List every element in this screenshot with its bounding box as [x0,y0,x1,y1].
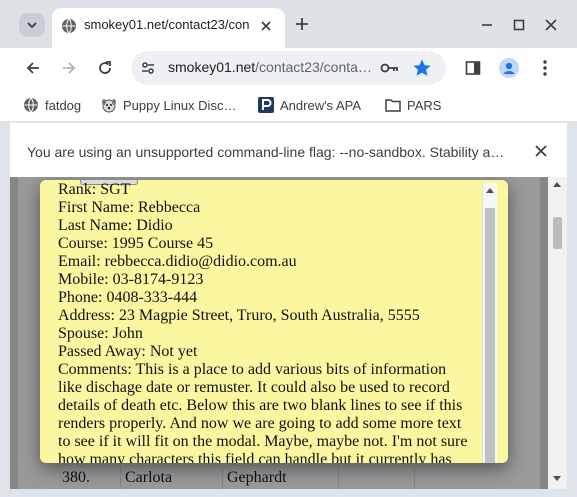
bookmarks-bar: fatdog Puppy Linux Disc… Andrew's APA PA… [0,89,577,122]
tab-search-button[interactable] [19,13,45,37]
infobar-message: You are using an unsupported command-lin… [27,144,505,160]
maximize-button[interactable] [507,13,531,37]
browser-window: smokey01.net/contact23/con smokey01.net/… [0,0,577,497]
field-spouse: Spouse: John [58,325,143,342]
side-panel-icon [465,61,481,75]
field-last-name: Last Name: Didio [58,217,173,234]
modal-scroll-thumb[interactable] [485,208,495,463]
tab-title: smokey01.net/contact23/con [84,17,250,32]
field-comments: Comments: This is a place to add various… [58,361,468,463]
table-cell-empty [414,467,519,489]
close-window-button[interactable] [539,13,563,37]
folder-icon [385,97,401,113]
close-icon [535,145,547,157]
url-text[interactable]: smokey01.net/contact23/conta… [168,59,380,75]
maximize-icon [513,19,525,31]
table-cell-last-name: Gephardt [222,467,339,489]
minimize-icon [482,24,492,26]
toolbar: smokey01.net/contact23/conta… [0,48,577,89]
tab-active[interactable]: smokey01.net/contact23/con [52,8,285,48]
puppy-icon [101,97,117,113]
bookmark-andrews-apa[interactable]: Andrew's APA [258,94,361,116]
url-path: /contact23/conta… [255,59,372,75]
field-phone: Phone: 0408-333-444 [58,289,198,306]
contact-modal: Rank: SGT First Name: Rebbecca Last Name… [40,180,508,463]
profile-button[interactable] [495,54,523,82]
url-host: smokey01.net [168,59,256,75]
bookmark-label: fatdog [45,97,82,113]
close-icon [545,19,557,31]
new-tab-button[interactable] [289,11,315,37]
table-cell-empty [338,467,415,489]
field-address: Address: 23 Magpie Street, Truro, South … [58,307,420,324]
tab-close-button[interactable] [257,17,275,35]
tab-strip: smokey01.net/contact23/con [0,0,577,48]
back-button[interactable] [19,54,47,82]
page-scroll-thumb[interactable] [553,217,562,249]
more-vert-icon [543,60,547,76]
scroll-up-icon[interactable] [553,181,561,187]
bookmark-label: Puppy Linux Disc… [123,97,237,113]
p-logo-icon [258,97,274,113]
bookmark-fatdog[interactable]: fatdog [23,94,81,116]
bookmark-label: Andrew's APA [280,97,362,113]
field-first-name: First Name: Rebbecca [58,199,201,216]
arrow-left-icon [26,62,39,74]
chevron-down-icon [27,22,37,29]
plus-icon [296,18,308,30]
avatar-icon [499,58,519,78]
table-cell-first-name: Carlota [120,467,221,489]
key-icon[interactable] [380,60,400,76]
bookmark-label: PARS [407,97,442,113]
star-icon[interactable] [412,58,432,78]
field-passed-away: Passed Away: Not yet [58,343,198,360]
scroll-up-icon[interactable] [486,187,494,193]
arrow-right-icon [63,62,76,74]
table-cell-number: 380. [62,469,90,486]
site-info-icon[interactable] [140,60,156,76]
table-row[interactable]: 380. Carlota Gephardt [58,467,528,489]
address-bar[interactable]: smokey01.net/contact23/conta… [131,51,446,85]
reload-button[interactable] [91,54,119,82]
modal-body: Rank: SGT First Name: Rebbecca Last Name… [58,181,470,463]
menu-button[interactable] [531,54,559,82]
bookmark-puppy-linux[interactable]: Puppy Linux Disc… [101,94,236,116]
side-panel-button[interactable] [459,54,487,82]
globe-icon [62,18,76,34]
field-course: Course: 1995 Course 45 [58,235,214,252]
field-rank: Rank: SGT [58,181,131,198]
globe-icon [23,97,39,113]
infobar: You are using an unsupported command-lin… [10,122,567,178]
minimize-button[interactable] [475,13,499,37]
page-scrollbar[interactable] [548,177,567,489]
scroll-down-icon[interactable] [553,476,561,482]
infobar-close-button[interactable] [532,142,550,160]
reload-icon [99,61,111,74]
page-content: 380. Carlota Gephardt Rank: SGT First Na… [10,177,567,489]
modal-scrollbar[interactable] [482,183,497,463]
field-email: Email: rebbecca.didio@didio.com.au [58,253,297,270]
bookmark-pars[interactable]: PARS [385,94,441,116]
close-icon [261,21,271,31]
forward-button[interactable] [55,54,83,82]
field-mobile: Mobile: 03-8174-9123 [58,271,204,288]
